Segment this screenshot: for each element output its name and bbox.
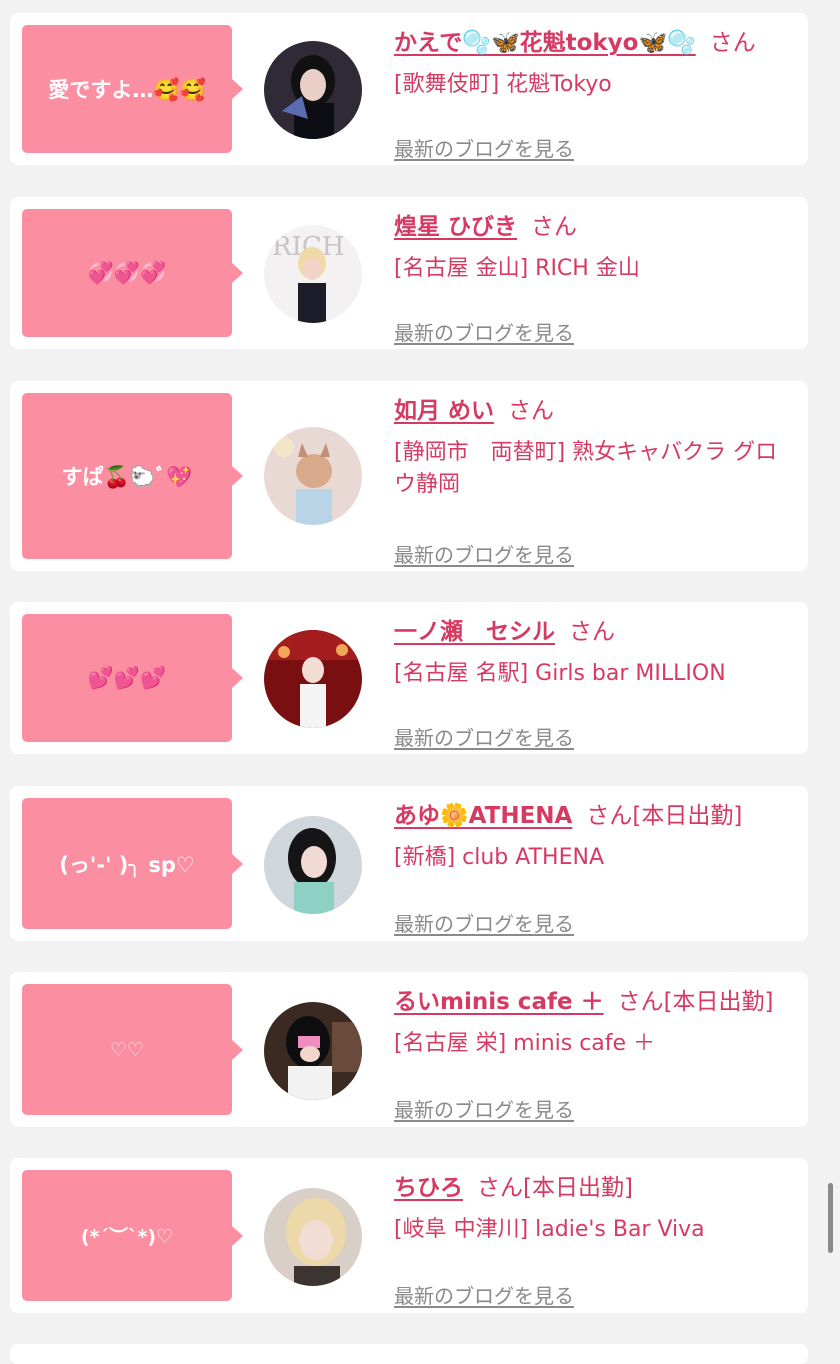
cast-name-link[interactable]: 煌星 ひびき [394, 214, 517, 240]
shop-label: [静岡市 両替町] 熟女キャバクラ グロウ静岡 [394, 440, 778, 497]
avatar[interactable] [264, 816, 362, 914]
message-bubble: 💞💞💞 [22, 209, 232, 337]
honorific: さん [477, 1175, 523, 1201]
latest-blog-link[interactable]: 最新のブログを見る [394, 317, 574, 346]
bubble-tail [232, 1226, 243, 1246]
list-item: ♡♡ るいminis cafe ＋ さん[本日出勤] [名古屋 栄] minis … [10, 972, 808, 1127]
avatar[interactable] [264, 427, 362, 525]
cast-info: 一ノ瀬 セシル さん [名古屋 名駅] Girls bar MILLION 最新の… [394, 616, 798, 750]
message-bubble: 💕💕💕 [22, 614, 232, 742]
list-item: すぱ🍒🐑ﾞ💖 如月 めい さん [静岡市 両替町] 熟女キャバクラ グロウ静岡 最… [10, 381, 808, 571]
message-bubble: ♡♡ [22, 984, 232, 1115]
list-item: 愛ですよ…🥰🥰 かえで🫧🦋花魁tokyo🦋🫧 さん [歌舞伎町] 花魁Tokyo … [10, 13, 808, 165]
message-bubble: (*´︶`*)♡ [22, 1170, 232, 1301]
honorific: さん [569, 619, 615, 645]
shop-label: [新橋] club ATHENA [394, 845, 604, 870]
cast-info: あゆ🌼ATHENA さん[本日出勤] [新橋] club ATHENA 最新のブロ… [394, 800, 798, 936]
shift-badge: [本日出勤] [523, 1175, 633, 1201]
shop-label: [名古屋 金山] RICH 金山 [394, 256, 640, 281]
cast-info: 煌星 ひびき さん [名古屋 金山] RICH 金山 最新のブログを見る [394, 211, 798, 345]
cast-info: るいminis cafe ＋ さん[本日出勤] [名古屋 栄] minis caf… [394, 986, 798, 1122]
cast-name-link[interactable]: ちひろ [394, 1175, 463, 1201]
honorific: さん [617, 989, 664, 1015]
avatar[interactable] [264, 1002, 362, 1100]
shop-label: [岐阜 中津川] ladie's Bar Viva [394, 1217, 705, 1242]
cast-name-link[interactable]: かえで🫧🦋花魁tokyo🦋🫧 [394, 30, 696, 56]
shop-label: [名古屋 栄] minis cafe ＋ [394, 1031, 656, 1056]
shop-label: [歌舞伎町] 花魁Tokyo [394, 72, 612, 97]
message-bubble: すぱ🍒🐑ﾞ💖 [22, 393, 232, 559]
honorific: さん [531, 214, 578, 240]
bubble-tail [232, 79, 243, 99]
bubble-tail [232, 263, 243, 283]
cast-name-link[interactable]: 一ノ瀬 セシル [394, 619, 555, 645]
list-item: (*´︶`*)♡ ちひろ さん[本日出勤] [岐阜 中津川] ladie's Ba… [10, 1158, 808, 1313]
latest-blog-link[interactable]: 最新のブログを見る [394, 133, 574, 162]
bubble-tail [232, 854, 243, 874]
avatar[interactable] [264, 41, 362, 139]
scrollbar-thumb[interactable] [828, 1183, 833, 1253]
shop-label: [名古屋 名駅] Girls bar MILLION [394, 661, 726, 686]
cast-info: かえで🫧🦋花魁tokyo🦋🫧 さん [歌舞伎町] 花魁Tokyo 最新のブログを見… [394, 27, 798, 161]
list-item: (っ'-' )╮ sp♡ あゆ🌼ATHENA さん[本日出勤] [新橋] club… [10, 786, 808, 941]
bubble-tail [232, 466, 243, 486]
bubble-tail [232, 668, 243, 688]
latest-blog-link[interactable]: 最新のブログを見る [394, 1094, 574, 1123]
cast-name-link[interactable]: あゆ🌼ATHENA [394, 803, 572, 829]
honorific: さん [586, 803, 633, 829]
shift-badge: [本日出勤] [663, 989, 774, 1015]
honorific: さん [508, 398, 555, 424]
list-item [10, 1344, 808, 1364]
latest-blog-link[interactable]: 最新のブログを見る [394, 1280, 574, 1309]
latest-blog-link[interactable]: 最新のブログを見る [394, 908, 574, 937]
bubble-tail [232, 1040, 243, 1060]
latest-blog-link[interactable]: 最新のブログを見る [394, 539, 574, 568]
cast-info: ちひろ さん[本日出勤] [岐阜 中津川] ladie's Bar Viva 最新… [394, 1172, 798, 1308]
cast-info: 如月 めい さん [静岡市 両替町] 熟女キャバクラ グロウ静岡 最新のブログを見… [394, 395, 798, 567]
shift-badge: [本日出勤] [632, 803, 743, 829]
cast-name-link[interactable]: るいminis cafe ＋ [394, 989, 604, 1015]
list-item: 💞💞💞 RICH 煌星 ひびき さん [名古屋 金山] RICH 金山 最新のブロ… [10, 197, 808, 349]
avatar[interactable]: RICH [264, 225, 362, 323]
message-bubble: (っ'-' )╮ sp♡ [22, 798, 232, 929]
message-bubble: 愛ですよ…🥰🥰 [22, 25, 232, 153]
avatar[interactable] [264, 1188, 362, 1286]
latest-blog-link[interactable]: 最新のブログを見る [394, 722, 574, 751]
list-item: 💕💕💕 一ノ瀬 セシル さん [名古屋 名駅] Girls bar MILLION… [10, 602, 808, 754]
avatar[interactable] [264, 630, 362, 728]
cast-name-link[interactable]: 如月 めい [394, 398, 494, 424]
honorific: さん [709, 30, 756, 56]
